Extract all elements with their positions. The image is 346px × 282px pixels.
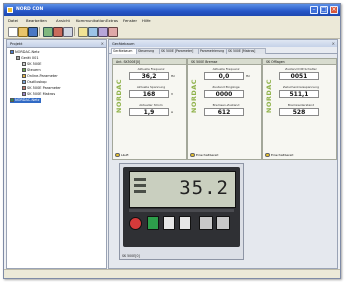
- disconnect-icon[interactable]: [53, 27, 63, 37]
- start-button[interactable]: [147, 216, 159, 230]
- menu-file[interactable]: Datei: [8, 18, 18, 23]
- device-icon: [16, 56, 20, 60]
- control-icon: [22, 68, 26, 72]
- parameter-icon: [22, 74, 26, 78]
- drive-header: SK Offlagen: [263, 59, 336, 65]
- oscilloscope-icon: [22, 80, 26, 84]
- toolbar: [4, 25, 340, 39]
- title-bar[interactable]: NORD CON – □ ×: [4, 4, 340, 16]
- lcd-value: 35.2: [179, 177, 229, 199]
- tree-node-selected[interactable]: NORDAC-Netz: [10, 98, 42, 103]
- drive-card[interactable]: Ant. SK500E[0] NORDAC Aktuelle Frequenz …: [112, 58, 187, 160]
- status-led-icon: [190, 152, 195, 157]
- panel-close-icon[interactable]: ×: [101, 41, 104, 46]
- menu-help[interactable]: Hilfe: [142, 18, 151, 23]
- parameter-icon[interactable]: [78, 27, 88, 37]
- status-bar: [4, 269, 340, 278]
- drive-status: Läuft: [114, 152, 185, 158]
- lcd-indicator: [134, 184, 146, 187]
- search-device-icon[interactable]: [63, 27, 73, 37]
- macro-icon: [22, 92, 26, 96]
- status-led-icon: [265, 152, 270, 157]
- brand-banner: NORDAC: [114, 78, 123, 114]
- project-panel-header: Projekt ×: [7, 40, 106, 48]
- parameter-set-icon: [22, 86, 26, 90]
- tree-node[interactable]: Online-Parameter: [22, 74, 58, 79]
- brand-banner: NORDAC: [189, 78, 198, 114]
- open-icon[interactable]: [18, 27, 28, 37]
- drive-header: SK 500E Bremse: [188, 59, 261, 65]
- tree-node[interactable]: Gerät 001: [16, 56, 39, 61]
- lcd-indicator: [134, 178, 146, 181]
- tree-node[interactable]: Oszilloskop: [22, 80, 47, 85]
- stop-button[interactable]: [129, 217, 142, 230]
- down-arrow-button[interactable]: [216, 216, 230, 230]
- new-icon[interactable]: [8, 27, 18, 37]
- lcd-indicator: [134, 190, 146, 193]
- project-panel-title: Projekt: [10, 41, 23, 46]
- maximize-button[interactable]: □: [320, 6, 328, 14]
- drive-status: Einschaltbereit: [189, 152, 260, 158]
- tree-node[interactable]: Steuern: [22, 68, 41, 73]
- keypad-divider: [129, 209, 234, 212]
- keypad-body: 35.2: [123, 167, 240, 247]
- drive-icon: [22, 62, 26, 66]
- connect-icon[interactable]: [43, 27, 53, 37]
- brand-banner: NORDAC: [264, 78, 273, 114]
- window-title: NORD CON: [16, 7, 44, 12]
- tree-node[interactable]: SK 500E: [22, 62, 42, 67]
- oscilloscope-icon[interactable]: [88, 27, 98, 37]
- toolbar-divider: [74, 27, 75, 36]
- panel-close-icon[interactable]: ×: [332, 41, 335, 46]
- macro-icon[interactable]: [98, 27, 108, 37]
- enter-button[interactable]: [179, 216, 191, 230]
- control-panel-window[interactable]: 35.2 SK 500E[0]: [119, 163, 244, 260]
- tab-device-tree[interactable]: Gerätebaum: [111, 48, 139, 54]
- menu-edit[interactable]: Bearbeiten: [26, 18, 47, 23]
- tab-parameter[interactable]: SK 500E [Parameter]: [159, 48, 201, 54]
- menu-communication[interactable]: Kommunikation: [76, 18, 106, 23]
- control-icon[interactable]: [108, 27, 118, 37]
- status-led-icon: [115, 152, 120, 157]
- tree-node[interactable]: SK 500E Makros: [22, 92, 55, 97]
- tab-macros[interactable]: SK 500E [Makros]: [226, 48, 266, 54]
- network-icon: [10, 98, 14, 102]
- direction-button[interactable]: [163, 216, 175, 230]
- menu-window[interactable]: Fenster: [123, 18, 137, 23]
- project-tree-panel: Projekt × NORDAC-Netz Gerät 001 SK 500E …: [6, 39, 107, 269]
- toolbar-divider: [39, 27, 40, 36]
- lcd-display: 35.2: [129, 171, 236, 208]
- app-icon: [7, 7, 13, 13]
- main-panel-title: Gerätebaum: [112, 41, 135, 46]
- tab-parameterization[interactable]: Parametrierung: [198, 48, 229, 54]
- drive-card[interactable]: SK Offlagen NORDAC Zustand DIP-Schalter …: [262, 58, 337, 160]
- menu-view[interactable]: Ansicht: [56, 18, 70, 23]
- drive-status: Einschaltbereit: [264, 152, 335, 158]
- close-button[interactable]: ×: [330, 6, 338, 14]
- save-icon[interactable]: [28, 27, 38, 37]
- drive-card[interactable]: SK 500E Bremse NORDAC Aktuelle Frequenz …: [187, 58, 262, 160]
- up-arrow-button[interactable]: [199, 216, 213, 230]
- drive-header: Ant. SK500E[0]: [113, 59, 186, 65]
- network-icon: [10, 50, 14, 54]
- minimize-button[interactable]: –: [310, 6, 318, 14]
- menu-extras[interactable]: Extras: [106, 18, 118, 23]
- tab-strip: Gerätebaum Steuerung SK 500E [Parameter]…: [109, 47, 337, 54]
- tree-node[interactable]: SK 500E Parameter: [22, 86, 61, 91]
- keypad-caption: SK 500E[0]: [122, 254, 140, 258]
- tree-node[interactable]: NORDAC-Netz: [10, 50, 39, 55]
